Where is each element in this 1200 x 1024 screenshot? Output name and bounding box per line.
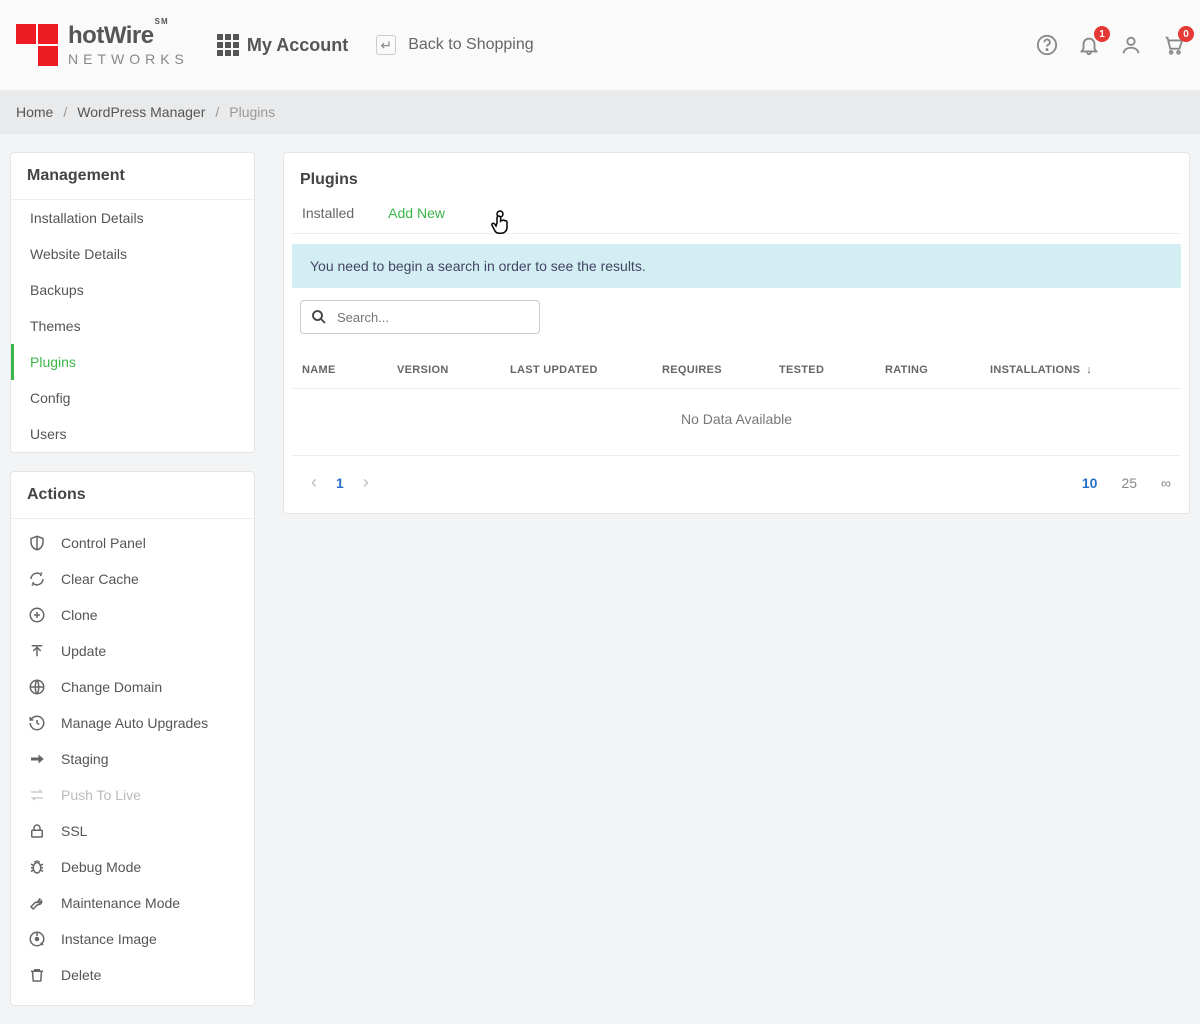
shield-icon bbox=[27, 533, 47, 553]
action-instance-image[interactable]: Instance Image bbox=[11, 921, 254, 957]
page-current[interactable]: 1 bbox=[326, 475, 354, 491]
page-title: Plugins bbox=[292, 163, 1181, 205]
col-last-updated[interactable]: LAST UPDATED bbox=[510, 364, 662, 376]
tab-installed[interactable]: Installed bbox=[302, 205, 354, 221]
nav-themes[interactable]: Themes bbox=[11, 308, 254, 344]
col-name[interactable]: NAME bbox=[302, 364, 397, 376]
plus-circle-icon bbox=[27, 605, 47, 625]
col-installations[interactable]: INSTALLATIONS↓ bbox=[990, 364, 1092, 376]
management-panel: Management Installation Details Website … bbox=[10, 152, 255, 453]
action-auto-upgrades[interactable]: Manage Auto Upgrades bbox=[11, 705, 254, 741]
notification-badge: 1 bbox=[1094, 26, 1110, 42]
nav-website-details[interactable]: Website Details bbox=[11, 236, 254, 272]
header: hotWireSM NETWORKS My Account ↵ Back to … bbox=[0, 0, 1200, 90]
breadcrumb-sep: / bbox=[215, 104, 219, 120]
disc-icon bbox=[27, 929, 47, 949]
action-change-domain[interactable]: Change Domain bbox=[11, 669, 254, 705]
col-rating[interactable]: RATING bbox=[885, 364, 990, 376]
col-version[interactable]: VERSION bbox=[397, 364, 510, 376]
search-input[interactable] bbox=[300, 300, 540, 334]
tabs: Installed Add New bbox=[292, 205, 1181, 234]
refresh-icon bbox=[27, 569, 47, 589]
col-requires[interactable]: REQUIRES bbox=[662, 364, 779, 376]
cart-icon[interactable]: 0 bbox=[1162, 34, 1184, 56]
breadcrumb-section[interactable]: WordPress Manager bbox=[77, 104, 205, 120]
apps-icon bbox=[217, 34, 239, 56]
nav-backups[interactable]: Backups bbox=[11, 272, 254, 308]
paginator: ‹ 1 › 10 25 ∞ bbox=[292, 456, 1181, 511]
page-size-all[interactable]: ∞ bbox=[1161, 475, 1171, 491]
plugins-panel: Plugins Installed Add New You need to be… bbox=[283, 152, 1190, 514]
action-maintenance-mode[interactable]: Maintenance Mode bbox=[11, 885, 254, 921]
tab-add-new[interactable]: Add New bbox=[388, 205, 445, 221]
action-push-to-live: Push To Live bbox=[11, 777, 254, 813]
back-to-shopping-link[interactable]: ↵ Back to Shopping bbox=[376, 35, 533, 55]
table-header: NAME VERSION LAST UPDATED REQUIRES TESTE… bbox=[292, 352, 1181, 389]
info-notice: You need to begin a search in order to s… bbox=[292, 244, 1181, 288]
swap-icon bbox=[27, 785, 47, 805]
action-ssl[interactable]: SSL bbox=[11, 813, 254, 849]
help-icon[interactable] bbox=[1036, 34, 1058, 56]
action-update[interactable]: Update bbox=[11, 633, 254, 669]
brand-sub: NETWORKS bbox=[68, 52, 189, 66]
trash-icon bbox=[27, 965, 47, 985]
page-prev[interactable]: ‹ bbox=[302, 472, 326, 493]
breadcrumb-sep: / bbox=[63, 104, 67, 120]
brand-name: hotWireSM bbox=[68, 24, 189, 48]
breadcrumb: Home / WordPress Manager / Plugins bbox=[0, 90, 1200, 134]
search-icon bbox=[310, 308, 328, 326]
col-tested[interactable]: TESTED bbox=[779, 364, 885, 376]
upload-icon bbox=[27, 641, 47, 661]
history-icon bbox=[27, 713, 47, 733]
search-box bbox=[300, 300, 540, 334]
nav-users[interactable]: Users bbox=[11, 416, 254, 452]
action-clone[interactable]: Clone bbox=[11, 597, 254, 633]
my-account-link[interactable]: My Account bbox=[217, 34, 348, 56]
nav-config[interactable]: Config bbox=[11, 380, 254, 416]
nav-plugins[interactable]: Plugins bbox=[11, 344, 254, 380]
page-next[interactable]: › bbox=[354, 472, 378, 493]
no-data-row: No Data Available bbox=[292, 389, 1181, 456]
logo-mark bbox=[16, 24, 58, 66]
account-icon[interactable] bbox=[1120, 34, 1142, 56]
action-debug-mode[interactable]: Debug Mode bbox=[11, 849, 254, 885]
arrow-right-icon bbox=[27, 749, 47, 769]
return-icon: ↵ bbox=[376, 35, 396, 55]
wrench-icon bbox=[27, 893, 47, 913]
page-size-25[interactable]: 25 bbox=[1121, 475, 1137, 491]
cart-badge: 0 bbox=[1178, 26, 1194, 42]
nav-installation-details[interactable]: Installation Details bbox=[11, 200, 254, 236]
notifications-icon[interactable]: 1 bbox=[1078, 34, 1100, 56]
action-staging[interactable]: Staging bbox=[11, 741, 254, 777]
action-delete[interactable]: Delete bbox=[11, 957, 254, 993]
globe-icon bbox=[27, 677, 47, 697]
breadcrumb-home[interactable]: Home bbox=[16, 104, 53, 120]
management-title: Management bbox=[11, 153, 254, 200]
bug-icon bbox=[27, 857, 47, 877]
sort-down-icon: ↓ bbox=[1086, 364, 1092, 376]
lock-icon bbox=[27, 821, 47, 841]
actions-panel: Actions Control Panel Clear Cache Clone … bbox=[10, 471, 255, 1006]
actions-title: Actions bbox=[11, 472, 254, 519]
logo[interactable]: hotWireSM NETWORKS bbox=[16, 24, 189, 66]
action-control-panel[interactable]: Control Panel bbox=[11, 525, 254, 561]
page-size-10[interactable]: 10 bbox=[1082, 475, 1098, 491]
action-clear-cache[interactable]: Clear Cache bbox=[11, 561, 254, 597]
breadcrumb-current: Plugins bbox=[229, 104, 275, 120]
